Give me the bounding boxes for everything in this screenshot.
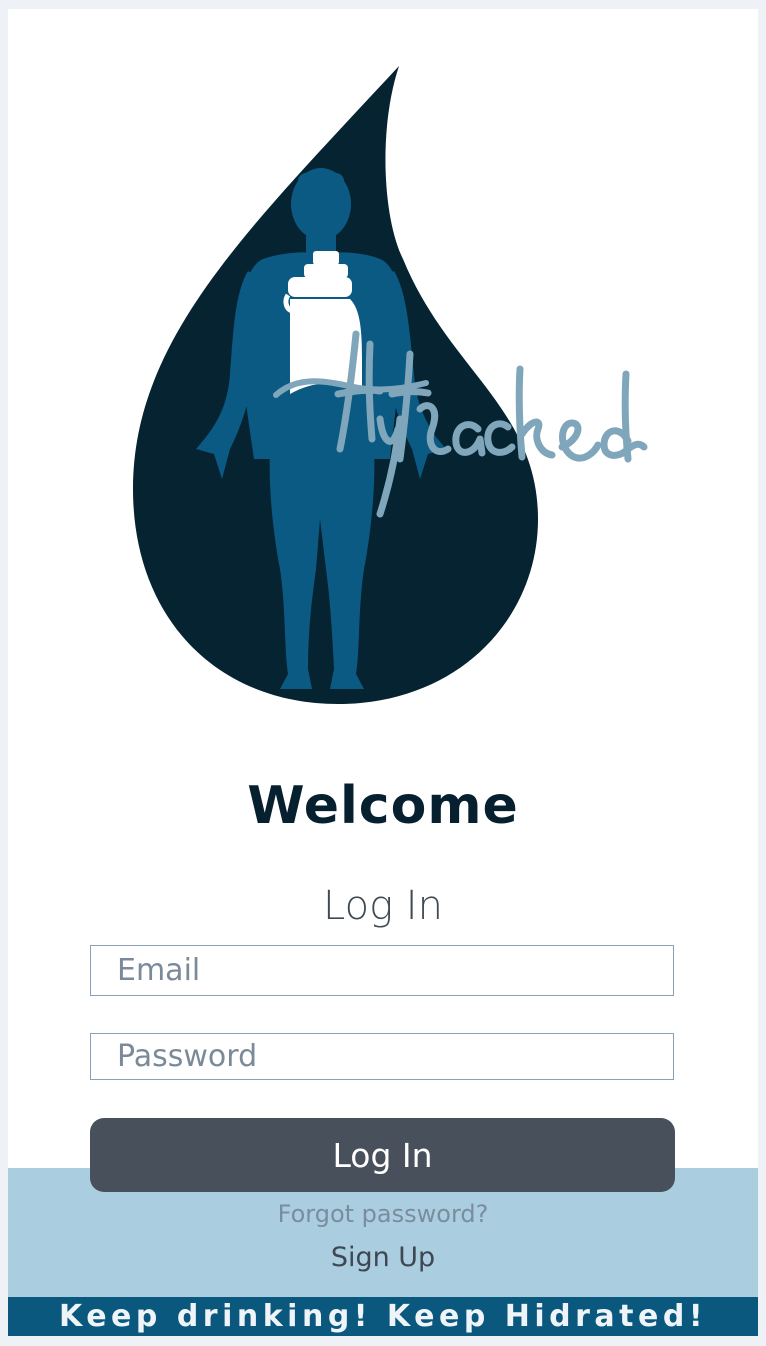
login-heading: Log In [323, 883, 443, 929]
password-field[interactable] [90, 1033, 674, 1080]
hytracked-logo [133, 66, 648, 704]
email-field[interactable] [90, 945, 674, 996]
sign-up-link[interactable]: Sign Up [8, 1241, 758, 1275]
welcome-title: Welcome [247, 776, 519, 836]
login-button[interactable]: Log In [90, 1118, 675, 1192]
login-card: Welcome Log In Log In Forgot password? S… [8, 9, 758, 1336]
footer-bar: Keep drinking! Keep Hidrated! [8, 1297, 758, 1336]
footer-tagline: Keep drinking! Keep Hidrated! [58, 1299, 707, 1334]
forgot-password-link[interactable]: Forgot password? [8, 1199, 758, 1229]
